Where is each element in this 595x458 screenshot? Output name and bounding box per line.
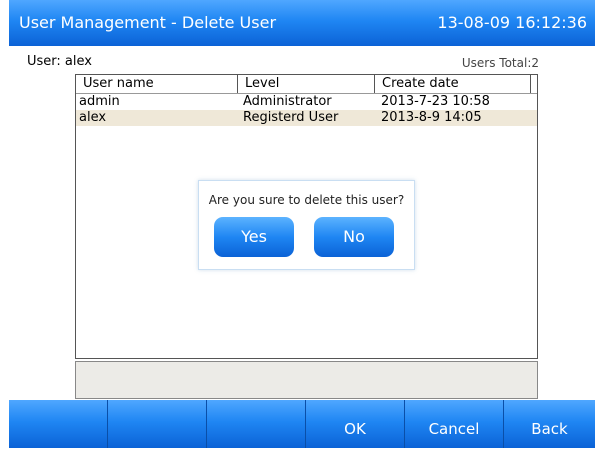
cell-user-name: alex bbox=[79, 110, 107, 125]
cell-level: Administrator bbox=[243, 94, 332, 109]
bottom-button-bar: OK Cancel Back bbox=[9, 400, 595, 448]
column-header-level[interactable]: Level bbox=[238, 75, 375, 93]
status-panel bbox=[75, 361, 538, 399]
back-button[interactable]: Back bbox=[504, 400, 595, 448]
function-button-2[interactable] bbox=[108, 400, 207, 448]
function-button-1[interactable] bbox=[9, 400, 108, 448]
users-total-label: Users Total:2 bbox=[461, 56, 539, 70]
cancel-button[interactable]: Cancel bbox=[405, 400, 504, 448]
table-header: User name Level Create date bbox=[76, 75, 537, 94]
confirm-delete-dialog: Are you sure to delete this user? Yes No bbox=[198, 180, 415, 270]
no-button[interactable]: No bbox=[314, 217, 394, 257]
cell-level: Registerd User bbox=[243, 110, 339, 125]
cell-create-date: 2013-8-9 14:05 bbox=[381, 110, 482, 125]
cell-create-date: 2013-7-23 10:58 bbox=[381, 94, 490, 109]
column-header-create-date[interactable]: Create date bbox=[375, 75, 531, 93]
function-button-3[interactable] bbox=[207, 400, 306, 448]
window-title: User Management - Delete User bbox=[19, 13, 277, 32]
table-row-selected[interactable]: alex Registerd User 2013-8-9 14:05 bbox=[76, 110, 537, 126]
datetime-display: 13-08-09 16:12:36 bbox=[437, 13, 587, 32]
current-user-label: User: alex bbox=[27, 54, 92, 69]
table-row[interactable]: admin Administrator 2013-7-23 10:58 bbox=[76, 94, 537, 110]
cell-user-name: admin bbox=[79, 94, 120, 109]
title-bar: User Management - Delete User 13-08-09 1… bbox=[9, 0, 595, 46]
column-header-user-name[interactable]: User name bbox=[76, 75, 238, 93]
yes-button[interactable]: Yes bbox=[214, 217, 294, 257]
dialog-message: Are you sure to delete this user? bbox=[208, 193, 405, 207]
ok-button[interactable]: OK bbox=[306, 400, 405, 448]
